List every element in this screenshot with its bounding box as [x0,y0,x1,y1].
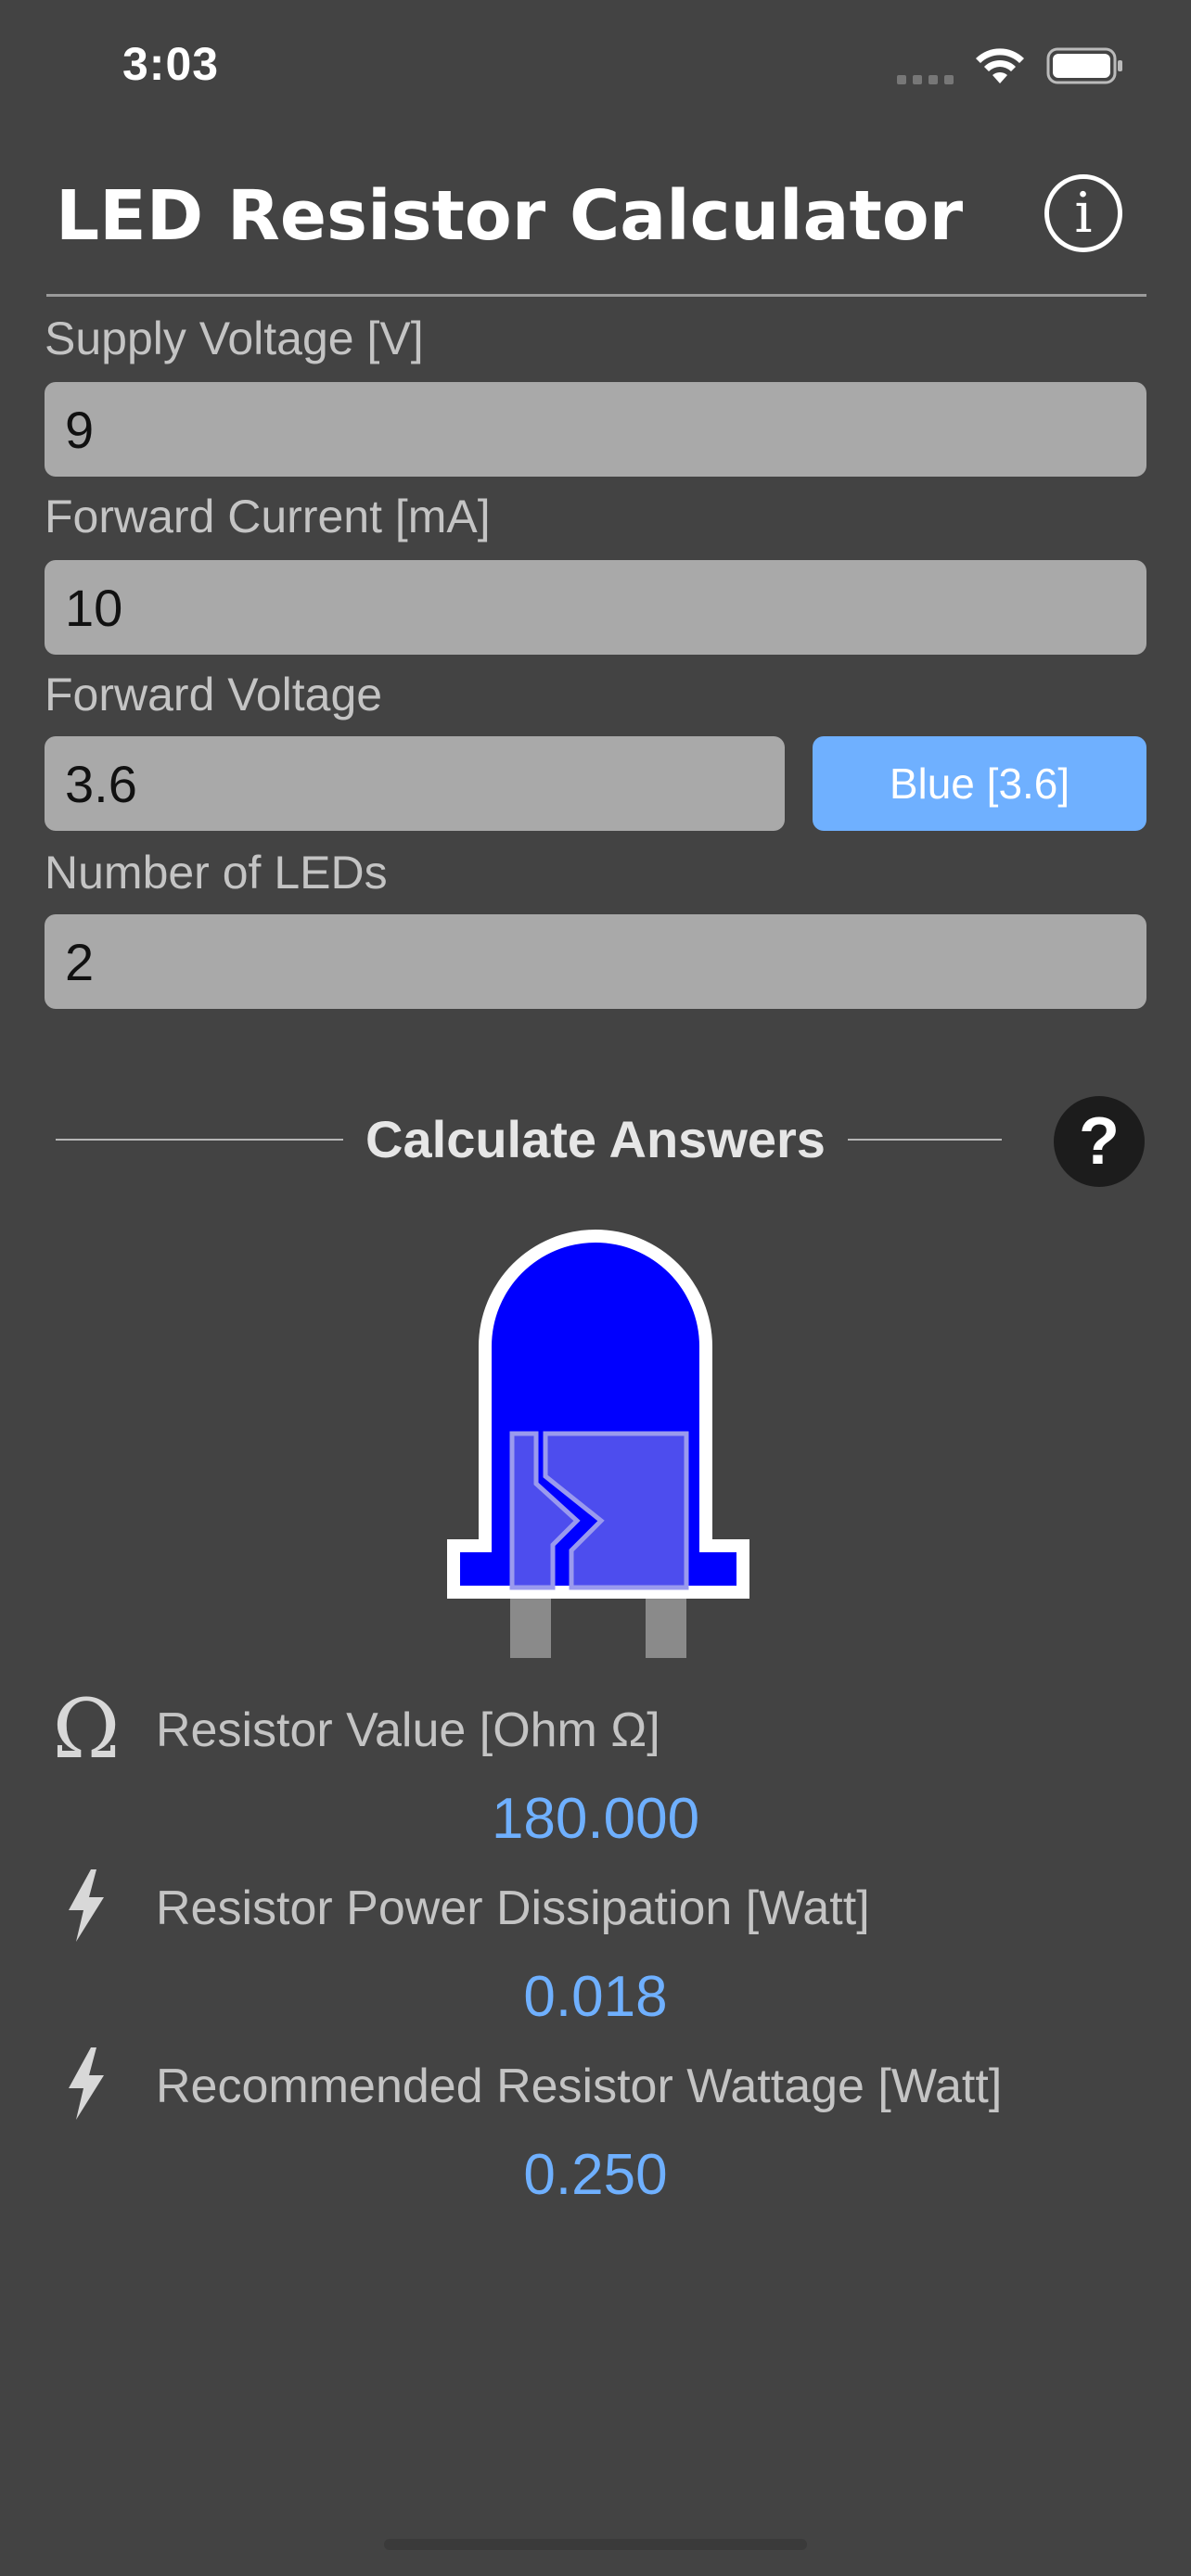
cellular-signal-icon [897,47,954,84]
recommended-wattage-label: Recommended Resistor Wattage [Watt] [156,2060,1003,2113]
forward-current-input[interactable]: 10 [45,560,1146,655]
home-indicator[interactable] [384,2539,807,2550]
lightning-icon [45,2042,128,2125]
forward-voltage-input[interactable]: 3.6 [45,736,785,831]
help-icon[interactable]: ? [1054,1096,1145,1187]
number-of-leds-label: Number of LEDs [45,847,388,899]
resistor-value-label: Resistor Value [Ohm Ω] [156,1703,660,1757]
info-icon[interactable]: i [1044,174,1122,252]
lightning-icon [45,1864,128,1947]
recommended-wattage-value: 0.250 [523,2143,668,2207]
battery-icon [1046,47,1122,84]
page-title: LED Resistor Calculator [56,176,964,256]
status-time: 3:03 [122,38,220,90]
power-dissipation-value: 0.018 [523,1965,668,2029]
status-icons [897,46,1124,85]
resistor-value: 180.000 [491,1787,700,1851]
calculate-section: Calculate Answers [0,1094,1191,1187]
header-divider [46,294,1146,297]
header: LED Resistor Calculator i [0,148,1191,297]
supply-voltage-label: Supply Voltage [V] [45,312,424,364]
number-of-leds-input[interactable]: 2 [45,914,1146,1009]
omega-icon: Ω [52,1681,121,1777]
calculate-divider-left [56,1139,343,1141]
calculate-divider-right [848,1139,1002,1141]
forward-current-label: Forward Current [mA] [45,491,491,542]
power-dissipation-label: Resistor Power Dissipation [Watt] [156,1881,870,1935]
calculate-answers-title: Calculate Answers [365,1110,826,1168]
led-blue-icon [447,1230,749,1658]
status-bar: 3:03 [0,0,1191,139]
supply-voltage-input[interactable]: 9 [45,382,1146,477]
led-color-preset-button[interactable]: Blue [3.6] [813,736,1146,831]
forward-voltage-label: Forward Voltage [45,669,383,721]
wifi-icon [976,48,1024,83]
